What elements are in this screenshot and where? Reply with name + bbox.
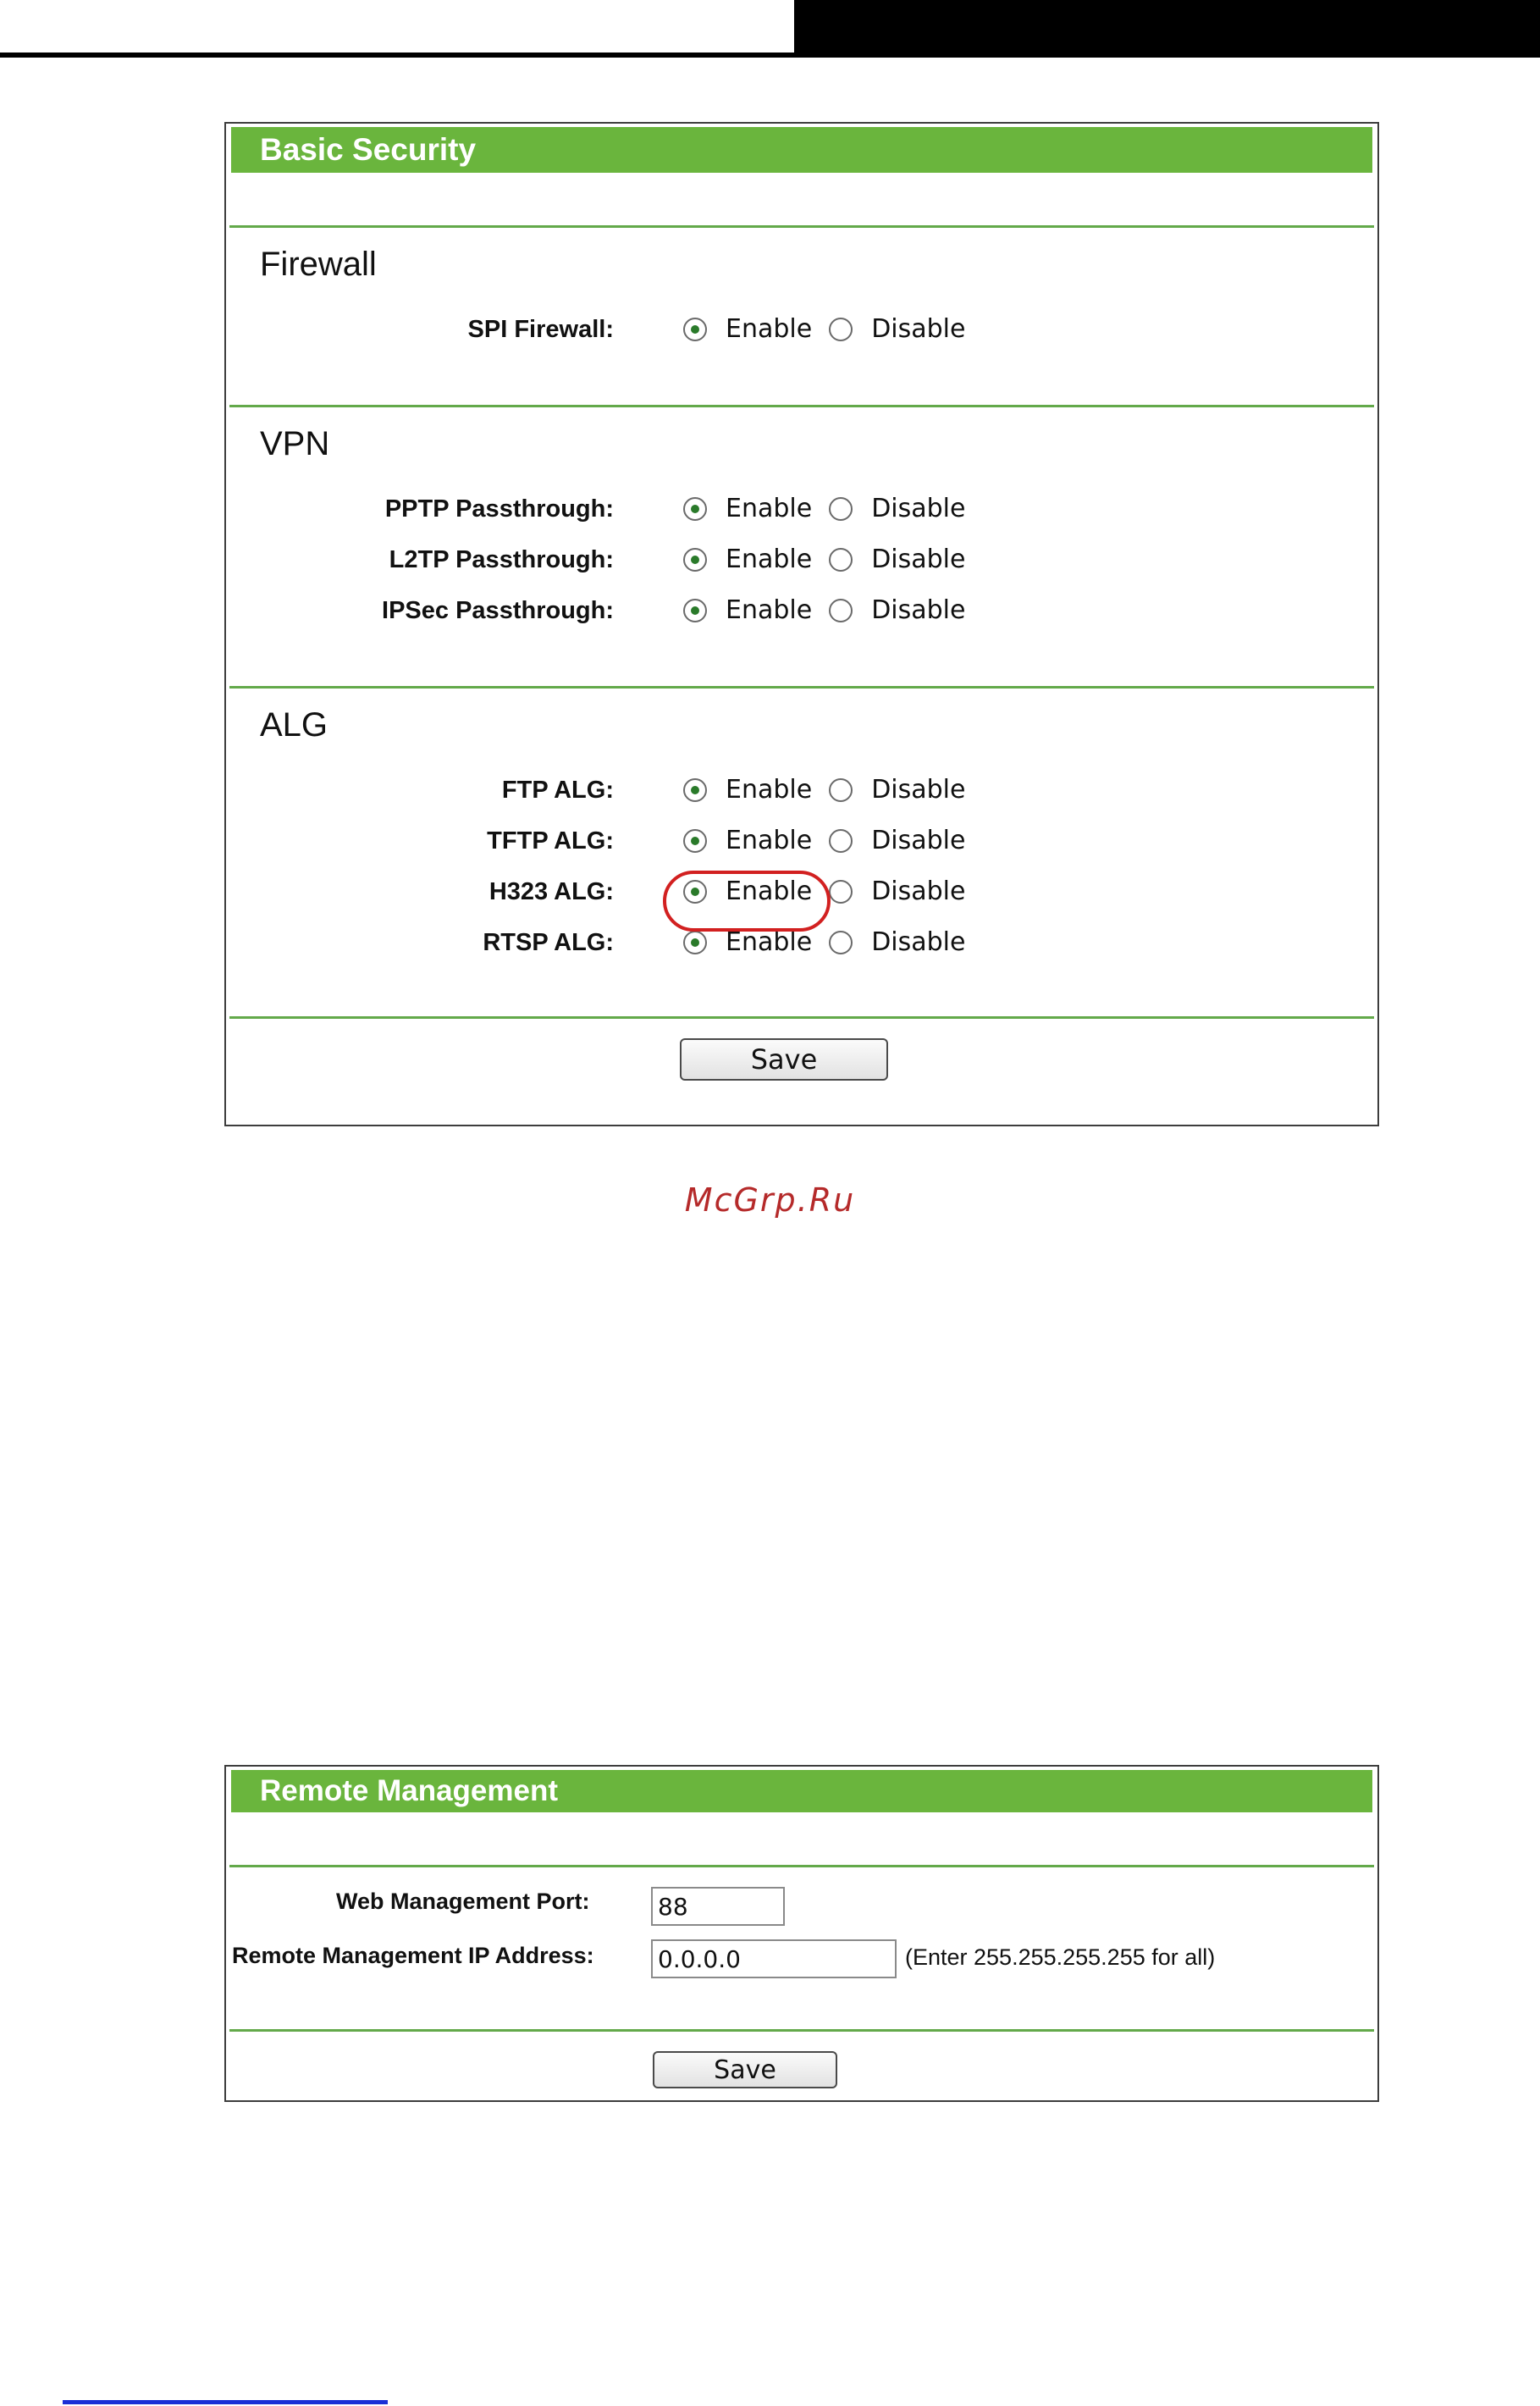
h323-alg-disable-radio[interactable] <box>829 880 853 904</box>
row-spi-firewall: SPI Firewall: Enable Disable <box>226 308 1377 351</box>
tftp-alg-radio-group: Enable Disable <box>683 820 982 862</box>
disable-label[interactable]: Disable <box>871 769 965 811</box>
remote-ip-hint: (Enter 255.255.255.255 for all) <box>905 1944 1216 1970</box>
ipsec-passthrough-label: IPSec Passthrough: <box>382 597 614 624</box>
section-heading-alg: ALG <box>260 706 328 744</box>
enable-label[interactable]: Enable <box>726 308 812 351</box>
l2tp-enable-radio[interactable] <box>683 548 707 572</box>
pptp-enable-radio[interactable] <box>683 497 707 521</box>
basic-security-panel: Basic Security Firewall SPI Firewall: En… <box>224 122 1379 1126</box>
divider <box>229 686 1374 689</box>
remote-ip-input[interactable] <box>651 1939 897 1978</box>
remote-save-button[interactable]: Save <box>653 2051 837 2088</box>
disable-label[interactable]: Disable <box>871 820 965 862</box>
ipsec-disable-radio[interactable] <box>829 599 853 622</box>
rtsp-alg-enable-radio[interactable] <box>683 931 707 954</box>
l2tp-radio-group: Enable Disable <box>683 539 982 581</box>
disable-label[interactable]: Disable <box>871 488 965 530</box>
rtsp-alg-disable-radio[interactable] <box>829 931 853 954</box>
l2tp-passthrough-label: L2TP Passthrough: <box>389 546 614 573</box>
watermark-text: McGrp.Ru <box>684 1181 856 1219</box>
footer-link-underline <box>63 2400 388 2404</box>
tftp-alg-enable-radio[interactable] <box>683 829 707 853</box>
header-block <box>794 0 1540 58</box>
enable-label[interactable]: Enable <box>726 488 812 530</box>
enable-label[interactable]: Enable <box>726 539 812 581</box>
h323-alg-label: H323 ALG: <box>488 878 614 905</box>
enable-label[interactable]: Enable <box>726 589 812 632</box>
section-heading-vpn: VPN <box>260 425 330 462</box>
row-pptp-passthrough: PPTP Passthrough: Enable Disable <box>226 488 1377 530</box>
disable-label[interactable]: Disable <box>871 589 965 632</box>
divider <box>229 225 1374 228</box>
ftp-alg-label: FTP ALG: <box>501 777 614 804</box>
disable-label[interactable]: Disable <box>871 871 965 913</box>
enable-label[interactable]: Enable <box>726 820 812 862</box>
highlight-ring <box>663 871 831 932</box>
row-ipsec-passthrough: IPSec Passthrough: Enable Disable <box>226 589 1377 632</box>
save-button[interactable]: Save <box>680 1038 888 1081</box>
spi-firewall-radio-group: Enable Disable <box>683 308 982 351</box>
ftp-alg-radio-group: Enable Disable <box>683 769 982 811</box>
l2tp-disable-radio[interactable] <box>829 548 853 572</box>
pptp-passthrough-label: PPTP Passthrough: <box>384 495 614 523</box>
pptp-disable-radio[interactable] <box>829 497 853 521</box>
enable-label[interactable]: Enable <box>726 769 812 811</box>
ipsec-radio-group: Enable Disable <box>683 589 982 632</box>
divider <box>229 1865 1374 1867</box>
remote-management-title: Remote Management <box>231 1770 1372 1812</box>
spi-firewall-enable-radio[interactable] <box>683 318 707 341</box>
pptp-radio-group: Enable Disable <box>683 488 982 530</box>
tftp-alg-disable-radio[interactable] <box>829 829 853 853</box>
ftp-alg-enable-radio[interactable] <box>683 778 707 802</box>
basic-security-title: Basic Security <box>231 127 1372 173</box>
disable-label[interactable]: Disable <box>871 308 965 351</box>
remote-management-panel: Remote Management Web Management Port: R… <box>224 1765 1379 2102</box>
section-heading-firewall: Firewall <box>260 246 377 283</box>
divider <box>229 405 1374 407</box>
ftp-alg-disable-radio[interactable] <box>829 778 853 802</box>
disable-label[interactable]: Disable <box>871 539 965 581</box>
ipsec-enable-radio[interactable] <box>683 599 707 622</box>
tftp-alg-label: TFTP ALG: <box>487 827 614 855</box>
divider <box>229 2029 1374 2032</box>
remote-ip-label: Remote Management IP Address: <box>232 1943 594 1968</box>
spi-firewall-label: SPI Firewall: <box>467 316 614 343</box>
disable-label[interactable]: Disable <box>871 921 965 964</box>
row-l2tp-passthrough: L2TP Passthrough: Enable Disable <box>226 539 1377 581</box>
web-management-port-input[interactable] <box>651 1887 785 1926</box>
row-ftp-alg: FTP ALG: Enable Disable <box>226 769 1377 811</box>
row-tftp-alg: TFTP ALG: Enable Disable <box>226 820 1377 862</box>
spi-firewall-disable-radio[interactable] <box>829 318 853 341</box>
divider <box>229 1016 1374 1019</box>
web-management-port-label: Web Management Port: <box>336 1889 590 1914</box>
rtsp-alg-label: RTSP ALG: <box>483 929 614 956</box>
